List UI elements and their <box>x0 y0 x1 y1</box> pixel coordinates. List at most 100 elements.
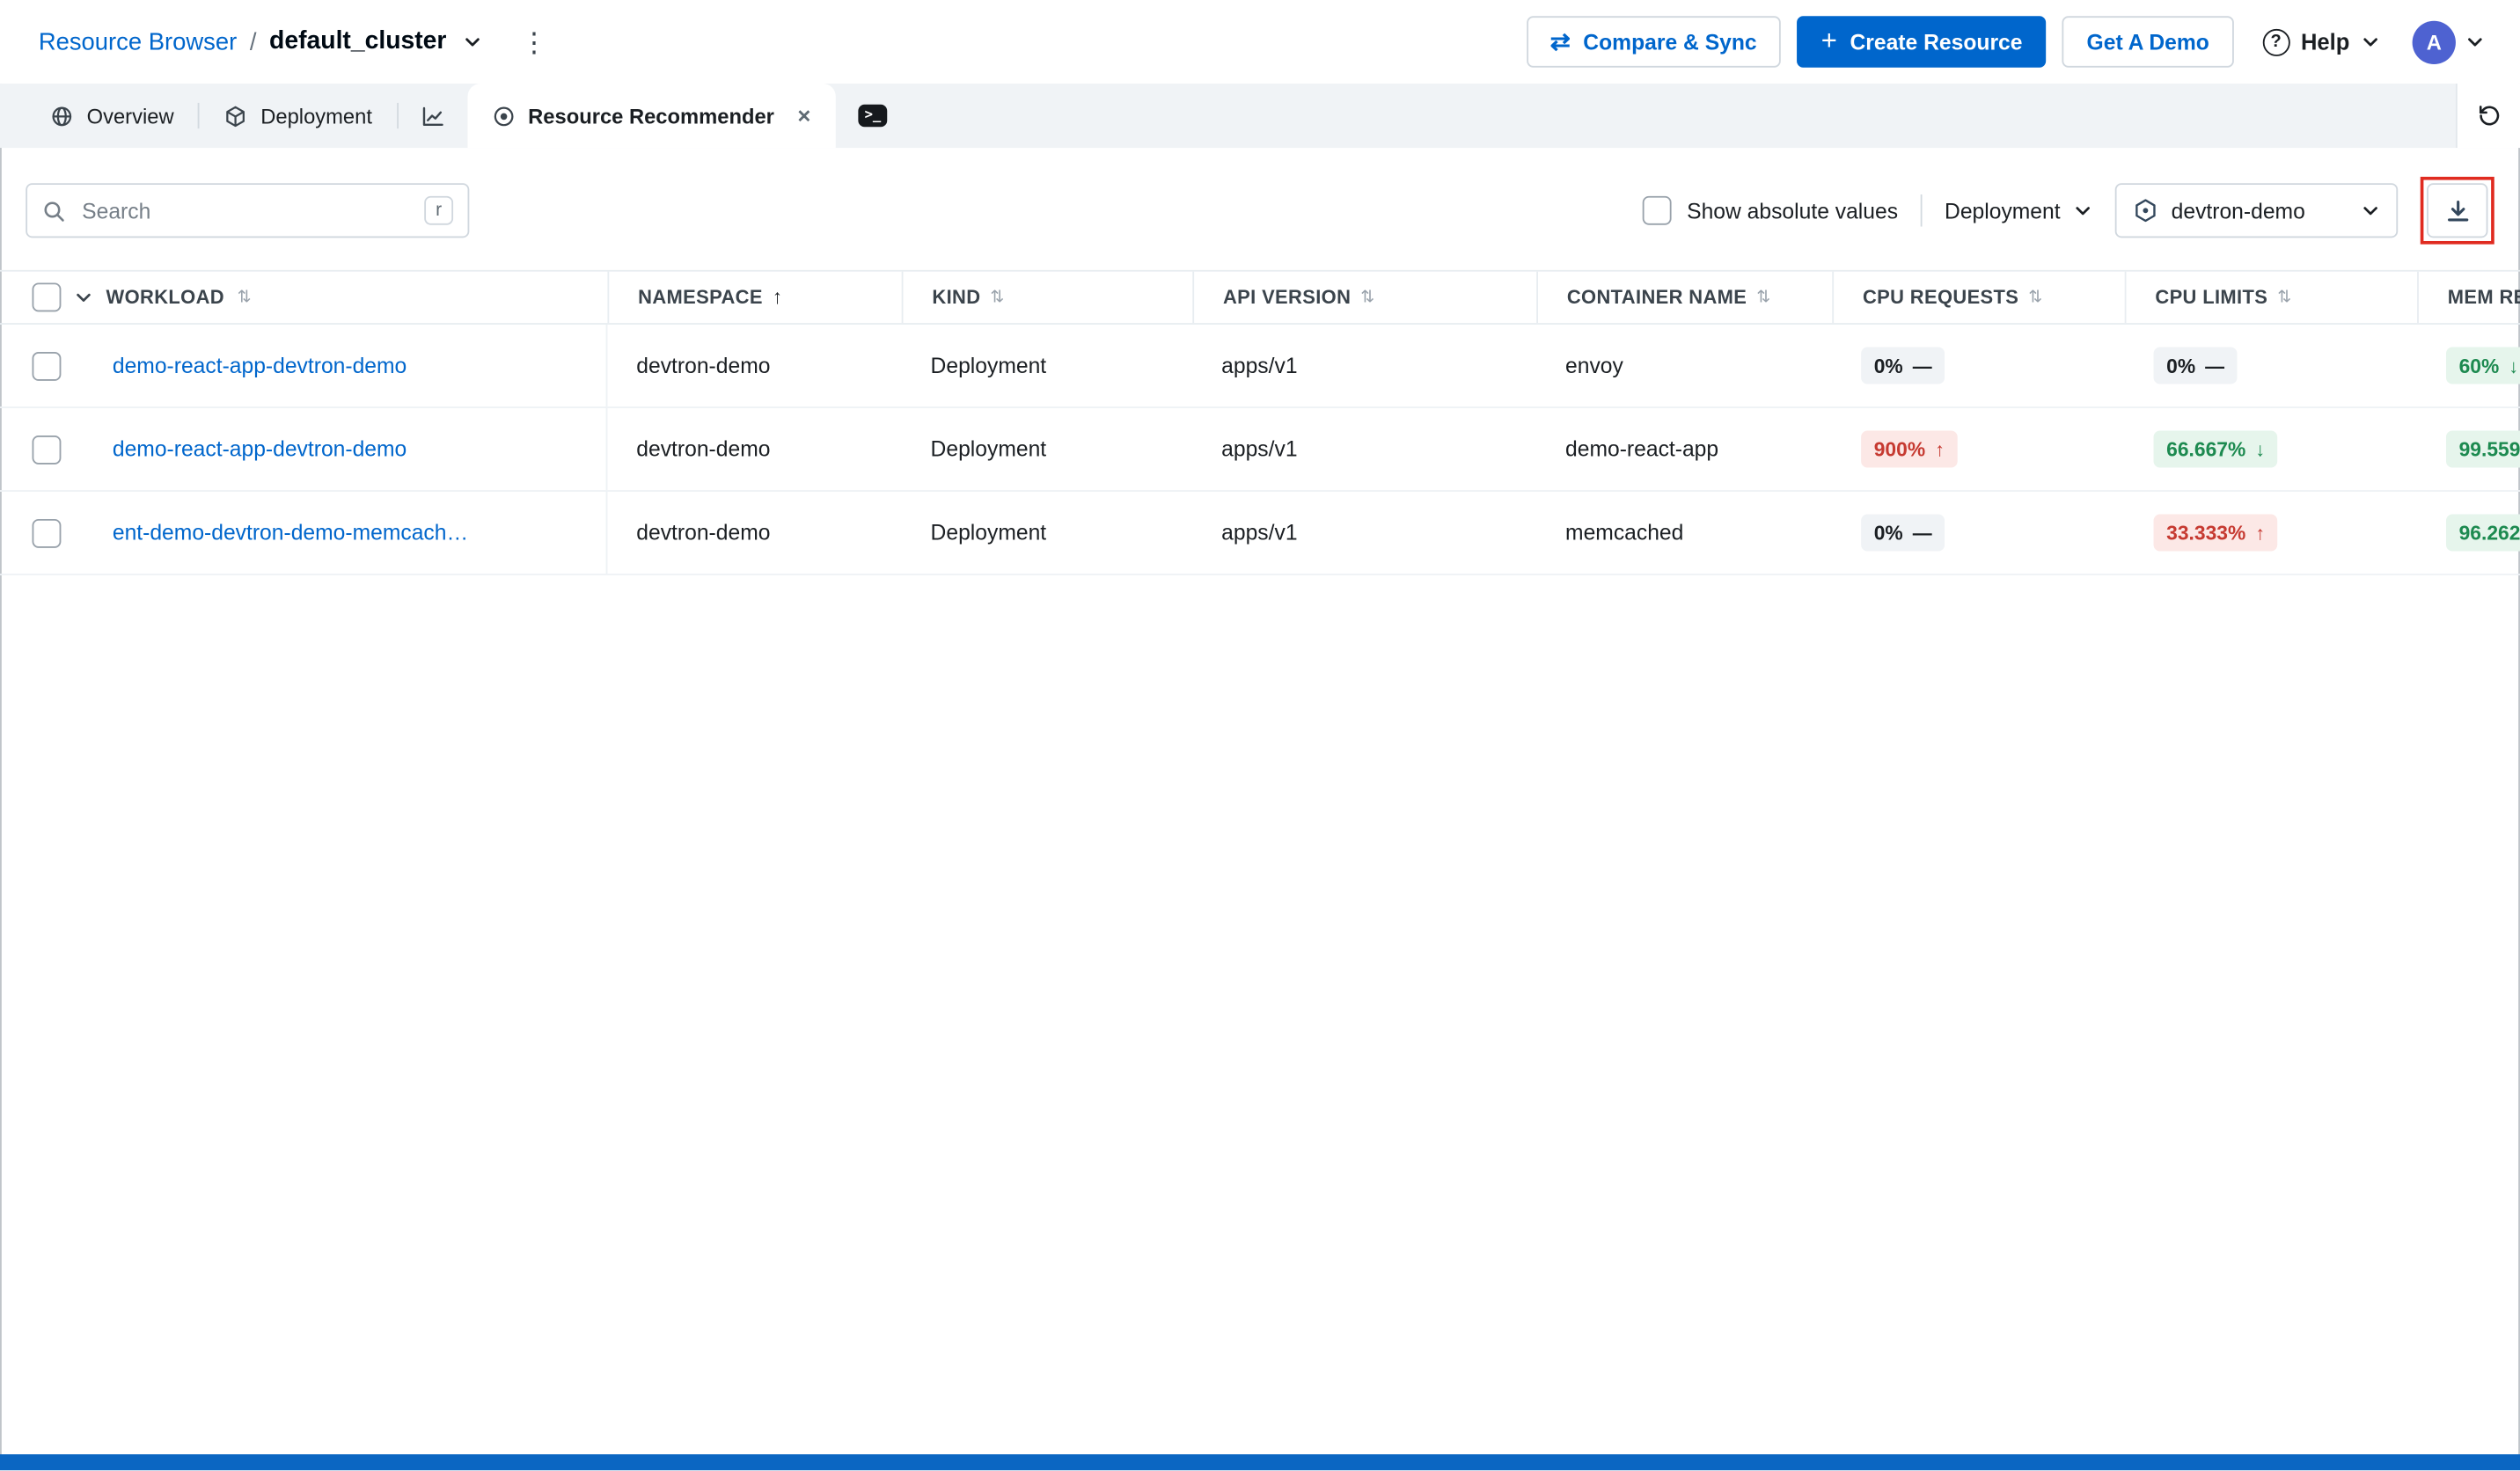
download-button[interactable] <box>2427 183 2488 238</box>
devtron-hexagon-icon <box>2135 199 2156 223</box>
pill-mem-requests: 60% ↓ <box>2445 347 2520 384</box>
column-header-container-name[interactable]: CONTAINER NAME ⇅ <box>1536 271 1832 324</box>
cell-mem-requests: 96.262 <box>2417 492 2520 574</box>
show-absolute-values-label: Show absolute values <box>1687 198 1899 223</box>
refresh-icon <box>2479 106 2499 126</box>
cell-container-name: memcached <box>1565 520 1684 545</box>
pill-mem-requests: 96.262 <box>2445 514 2520 552</box>
workloads-table: WORKLOAD ⇅ NAMESPACE ↑ KIND ⇅ API VERSIO… <box>0 269 2520 575</box>
column-label: KIND <box>932 286 981 309</box>
column-label: WORKLOAD <box>106 286 224 309</box>
kebab-menu-icon[interactable]: ⋮ <box>520 28 547 55</box>
row-checkbox[interactable] <box>32 351 62 380</box>
table-row: demo-react-app-devtron-demo devtron-demo… <box>0 407 2520 492</box>
kind-filter-dropdown[interactable]: Deployment <box>1945 199 2092 223</box>
resource-browser-page: Resource Browser / default_cluster ⋮ ⇄ C… <box>0 0 2520 1471</box>
column-label: NAMESPACE <box>638 286 763 309</box>
column-header-mem-requests[interactable]: MEM RE ⇅ <box>2417 271 2520 324</box>
create-resource-label: Create Resource <box>1850 29 2023 55</box>
tab-overview[interactable]: Overview <box>26 84 198 148</box>
pill-mem-requests: 99.559 <box>2445 430 2520 468</box>
show-absolute-values-toggle[interactable]: Show absolute values <box>1642 195 1899 225</box>
tab-resource-recommender[interactable]: Resource Recommender ✕ <box>466 83 836 149</box>
pill-cpu-limits: 33.333% ↑ <box>2153 514 2278 552</box>
select-all-checkbox[interactable] <box>32 282 62 312</box>
table-header-row: WORKLOAD ⇅ NAMESPACE ↑ KIND ⇅ API VERSIO… <box>0 269 2520 325</box>
trend-icon: ↑ <box>1935 437 1945 461</box>
pill-value: 900% <box>1873 437 1926 461</box>
column-label: CONTAINER NAME <box>1566 286 1747 309</box>
get-a-demo-button[interactable]: Get A Demo <box>2062 16 2234 68</box>
sort-icon: ⇅ <box>1756 287 1771 307</box>
cell-kind: Deployment <box>930 436 1047 462</box>
close-tab-icon[interactable]: ✕ <box>796 106 811 126</box>
column-header-cpu-requests[interactable]: CPU REQUESTS ⇅ <box>1832 271 2124 324</box>
column-header-namespace[interactable]: NAMESPACE ↑ <box>607 271 901 324</box>
bottom-blue-bar <box>0 1454 2520 1471</box>
chevron-down-icon <box>2363 38 2377 47</box>
bulk-select-chevron-icon[interactable] <box>74 288 93 307</box>
refresh-button[interactable] <box>2455 83 2520 149</box>
breadcrumb: Resource Browser / default_cluster ⋮ <box>39 27 548 56</box>
cell-cpu-requests: 900% ↑ <box>1832 408 2124 490</box>
sort-icon: ⇅ <box>2028 287 2043 307</box>
cell-workload: demo-react-app-devtron-demo <box>0 324 608 407</box>
cluster-name: default_cluster <box>269 27 447 55</box>
help-menu[interactable]: ? Help <box>2262 27 2380 56</box>
pill-value: 96.262 <box>2458 521 2520 545</box>
search-shortcut-key: r <box>424 195 454 225</box>
pill-value: 0% <box>1873 521 1903 545</box>
sort-icon: ⇅ <box>2277 287 2292 307</box>
cluster-switcher-chevron-icon[interactable] <box>463 33 482 52</box>
search-icon <box>44 201 64 221</box>
show-absolute-values-checkbox[interactable] <box>1642 195 1671 225</box>
tab-deployment-label: Deployment <box>260 103 372 128</box>
line-chart-icon <box>421 106 443 126</box>
workload-link[interactable]: demo-react-app-devtron-demo <box>113 437 407 461</box>
trend-icon: — <box>1912 521 1932 545</box>
create-resource-button[interactable]: + Create Resource <box>1797 16 2047 68</box>
tab-terminal[interactable]: >_ <box>836 84 910 148</box>
cell-cpu-limits: 0% — <box>2125 325 2417 406</box>
column-header-api-version[interactable]: API VERSION ⇅ <box>1192 271 1536 324</box>
breadcrumb-root-link[interactable]: Resource Browser <box>39 28 237 55</box>
toolbar-controls: Show absolute values Deployment devtron-… <box>1642 176 2494 245</box>
compare-sync-button[interactable]: ⇄ Compare & Sync <box>1526 16 1782 68</box>
resource-recommender-icon <box>493 106 513 126</box>
table-row: ent-demo-devtron-demo-memcach… devtron-d… <box>0 491 2520 575</box>
app-window: Resource Browser / default_cluster ⋮ ⇄ C… <box>0 0 2520 1471</box>
sort-icon: ⇅ <box>1360 287 1375 307</box>
search-input[interactable] <box>78 196 412 224</box>
workload-link[interactable]: ent-demo-devtron-demo-memcach… <box>113 521 468 545</box>
column-header-kind[interactable]: KIND ⇅ <box>901 271 1193 324</box>
row-checkbox[interactable] <box>32 435 62 464</box>
pill-cpu-requests: 900% ↑ <box>1861 430 1958 468</box>
column-label: CPU LIMITS <box>2155 286 2268 309</box>
cell-api-version: apps/v1 <box>1221 520 1298 545</box>
table-toolbar: r Show absolute values Deployment devtro… <box>0 148 2520 245</box>
tab-bar: Overview Deployment Resource Recommender… <box>0 83 2520 149</box>
download-highlight-annotation <box>2420 176 2494 245</box>
header-actions: ⇄ Compare & Sync + Create Resource Get A… <box>1526 16 2485 68</box>
search-box[interactable]: r <box>26 183 470 238</box>
workload-link[interactable]: demo-react-app-devtron-demo <box>113 354 407 377</box>
user-menu[interactable]: A <box>2412 19 2485 64</box>
cell-cpu-limits: 33.333% ↑ <box>2125 492 2417 574</box>
compare-arrows-icon: ⇄ <box>1549 27 1571 56</box>
pill-cpu-requests: 0% — <box>1861 347 1945 384</box>
column-header-cpu-limits[interactable]: CPU LIMITS ⇅ <box>2124 271 2417 324</box>
cell-cpu-requests: 0% — <box>1832 492 2124 574</box>
tab-monitoring[interactable] <box>398 84 467 148</box>
pill-value: 0% <box>2166 354 2196 377</box>
cell-api-version: apps/v1 <box>1221 436 1298 462</box>
row-checkbox[interactable] <box>32 518 62 547</box>
cell-namespace: devtron-demo <box>636 436 771 462</box>
plus-icon: + <box>1820 26 1837 56</box>
toolbar-divider <box>1920 194 1923 227</box>
cell-workload: demo-react-app-devtron-demo <box>0 407 608 491</box>
tab-deployment[interactable]: Deployment <box>200 84 397 148</box>
namespace-filter-dropdown[interactable]: devtron-demo <box>2114 183 2399 238</box>
chevron-down-icon <box>2076 207 2090 216</box>
sort-icon: ⇅ <box>237 287 253 307</box>
column-header-workload[interactable]: WORKLOAD ⇅ <box>0 272 607 323</box>
